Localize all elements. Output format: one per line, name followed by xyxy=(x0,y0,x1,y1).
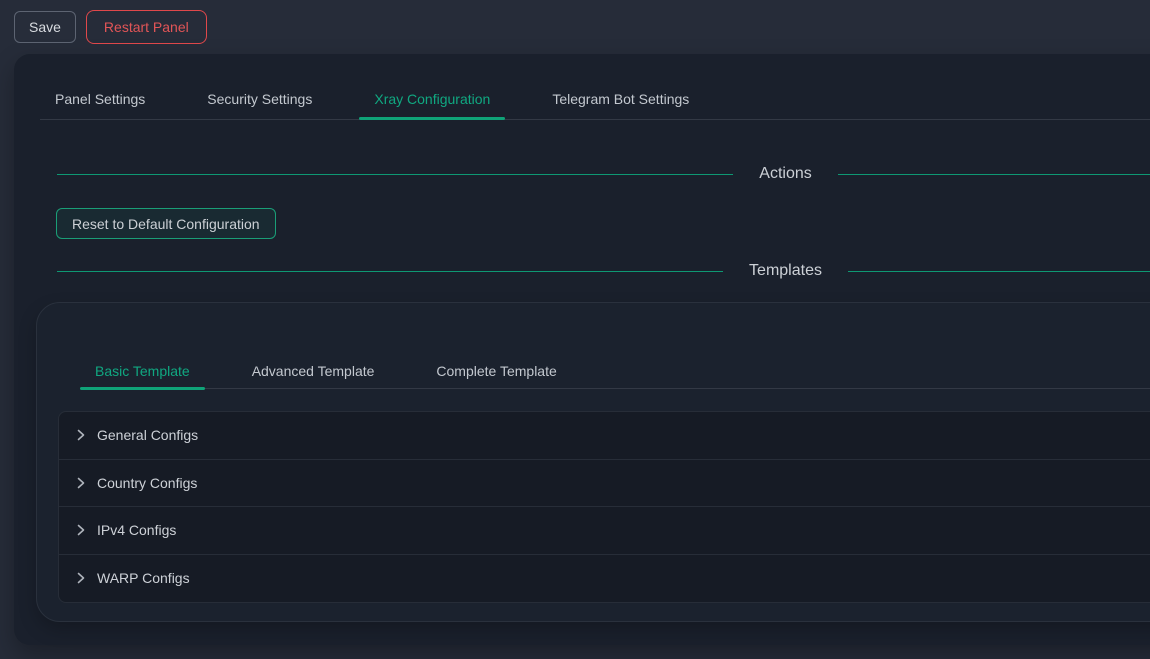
tab-basic-template[interactable]: Basic Template xyxy=(80,303,205,388)
collapse-label: IPv4 Configs xyxy=(97,522,176,538)
settings-tabs: Panel Settings Security Settings Xray Co… xyxy=(40,54,1150,120)
collapse-header-country-configs[interactable]: Country Configs xyxy=(59,460,1150,508)
templates-divider: Templates xyxy=(57,259,1150,283)
templates-card: Basic Template Advanced Template Complet… xyxy=(36,302,1150,622)
collapse-header-warp-configs[interactable]: WARP Configs xyxy=(59,555,1150,603)
tab-xray-configuration[interactable]: Xray Configuration xyxy=(359,54,505,119)
chevron-right-icon xyxy=(75,572,87,584)
template-config-collapse: General Configs Country Configs IPv4 Con… xyxy=(58,411,1150,603)
reset-default-configuration-button[interactable]: Reset to Default Configuration xyxy=(56,208,276,239)
tab-advanced-template[interactable]: Advanced Template xyxy=(237,303,390,388)
templates-divider-label: Templates xyxy=(723,262,848,280)
collapse-label: General Configs xyxy=(97,427,198,443)
tab-panel-settings[interactable]: Panel Settings xyxy=(40,54,160,119)
tab-security-settings[interactable]: Security Settings xyxy=(192,54,327,119)
collapse-label: WARP Configs xyxy=(97,570,190,586)
chevron-right-icon xyxy=(75,477,87,489)
collapse-header-general-configs[interactable]: General Configs xyxy=(59,412,1150,460)
tab-complete-template[interactable]: Complete Template xyxy=(421,303,571,388)
chevron-right-icon xyxy=(75,524,87,536)
chevron-right-icon xyxy=(75,429,87,441)
actions-divider-label: Actions xyxy=(733,165,837,183)
actions-divider: Actions xyxy=(57,162,1150,186)
collapse-header-ipv4-configs[interactable]: IPv4 Configs xyxy=(59,507,1150,555)
restart-panel-button[interactable]: Restart Panel xyxy=(86,10,207,44)
collapse-label: Country Configs xyxy=(97,475,197,491)
tab-telegram-bot-settings[interactable]: Telegram Bot Settings xyxy=(537,54,704,119)
template-tabs: Basic Template Advanced Template Complet… xyxy=(80,303,1150,389)
save-button[interactable]: Save xyxy=(14,11,76,43)
top-toolbar: Save Restart Panel xyxy=(0,0,1150,54)
settings-card: Panel Settings Security Settings Xray Co… xyxy=(14,54,1150,645)
